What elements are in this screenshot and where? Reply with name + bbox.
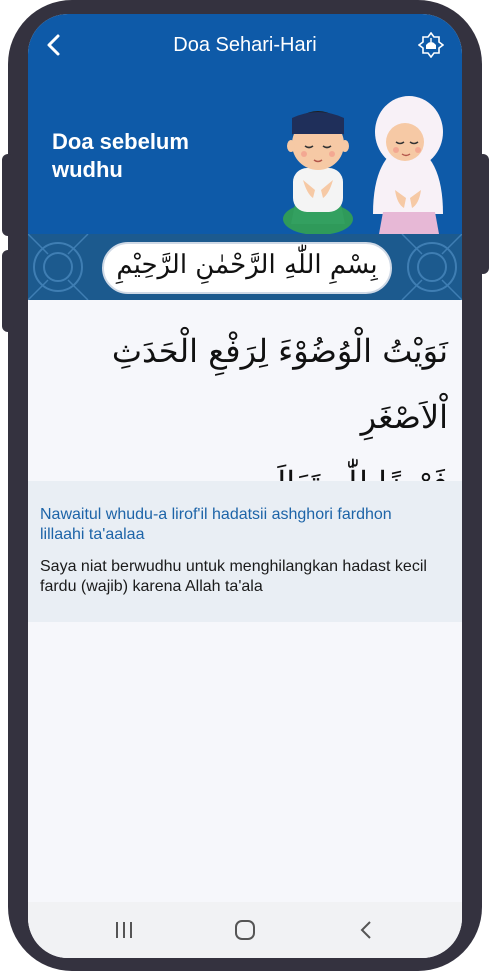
latin-transliteration: Nawaitul whudu-a lirof'il hadatsii ashgh…: [40, 506, 392, 543]
doa-title: Doa sebelum wudhu: [52, 128, 189, 184]
translation-text: Saya niat berwudhu untuk menghilangkan h…: [40, 558, 427, 595]
power-button: [477, 154, 489, 274]
home-icon[interactable]: [233, 918, 257, 942]
praying-children-illustration: [283, 96, 443, 234]
transliteration-card: Nawaitul whudu-a lirof'il hadatsii ashgh…: [28, 481, 462, 622]
bismillah-text: بِسْمِ اللّٰهِ الرَّحْمٰنِ الرَّحِيْمِ: [116, 250, 378, 280]
system-navigation-bar: [28, 902, 462, 958]
side-button-bottom: [2, 250, 14, 332]
bismillah-plate: بِسْمِ اللّٰهِ الرَّحْمٰنِ الرَّحِيْمِ: [102, 242, 392, 294]
doa-title-line-1: Doa sebelum: [52, 129, 189, 154]
bismillah-banner: بِسْمِ اللّٰهِ الرَّحْمٰنِ الرَّحِيْمِ: [28, 234, 462, 300]
page-title: Doa Sehari-Hari: [173, 34, 317, 56]
back-chevron-icon[interactable]: [355, 918, 379, 942]
arabic-section: نَوَيْتُ الْوُضُوْءَ لِرَفْعِ الْحَدَثِ …: [28, 300, 462, 502]
arabic-line-1: نَوَيْتُ الْوُضُوْءَ لِرَفْعِ الْحَدَثِ …: [111, 332, 448, 436]
mosque-icon[interactable]: [417, 31, 445, 59]
top-app-bar: Doa Sehari-Hari: [28, 31, 462, 59]
side-button-top: [2, 154, 14, 236]
header: Doa Sehari-Hari Doa sebelum wudhu: [28, 14, 462, 234]
screen: Doa Sehari-Hari Doa sebelum wudhu بِسْمِ…: [28, 14, 462, 958]
recents-icon[interactable]: [112, 918, 136, 942]
empty-content-area: [28, 622, 462, 902]
doa-title-line-2: wudhu: [52, 157, 123, 182]
